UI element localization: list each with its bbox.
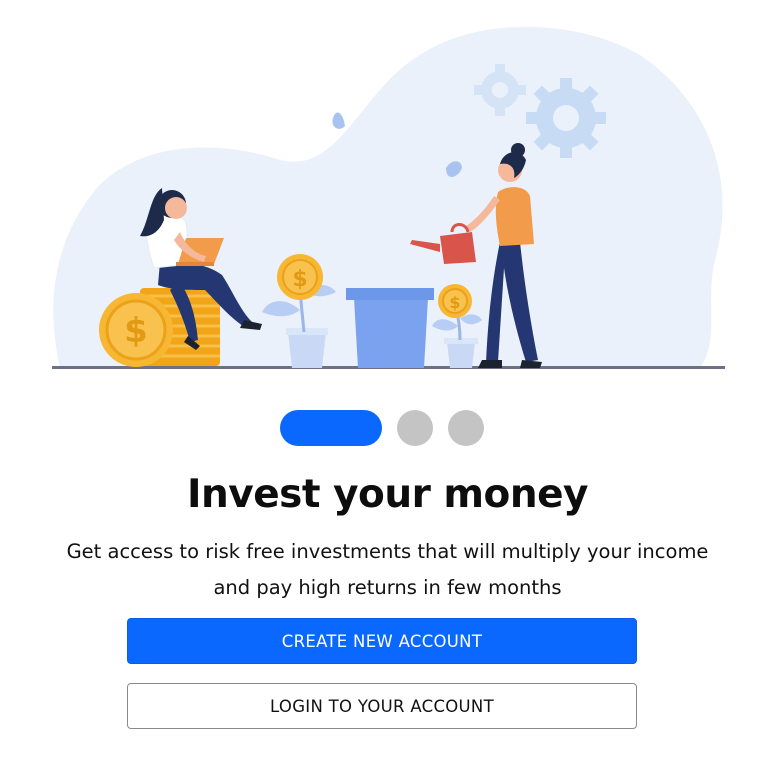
onboarding-pager bbox=[0, 410, 775, 448]
page-subtitle: Get access to risk free investments that… bbox=[66, 540, 709, 599]
blue-pot bbox=[346, 288, 434, 368]
page-title: Invest your money bbox=[187, 472, 588, 517]
create-account-button[interactable]: CREATE NEW ACCOUNT bbox=[127, 618, 637, 664]
pager-dot[interactable] bbox=[397, 410, 433, 446]
svg-text:$: $ bbox=[124, 311, 148, 351]
login-button[interactable]: LOGIN TO YOUR ACCOUNT bbox=[127, 683, 637, 729]
big-coin-icon: $ bbox=[99, 293, 173, 367]
investment-illustration: $ $ $ bbox=[52, 26, 725, 369]
gear-icon bbox=[526, 78, 606, 158]
svg-text:$: $ bbox=[449, 293, 460, 312]
svg-text:$: $ bbox=[292, 267, 307, 292]
pager-dot-active[interactable] bbox=[280, 410, 382, 446]
leaf-icon bbox=[332, 112, 345, 129]
pager-dot[interactable] bbox=[448, 410, 484, 446]
